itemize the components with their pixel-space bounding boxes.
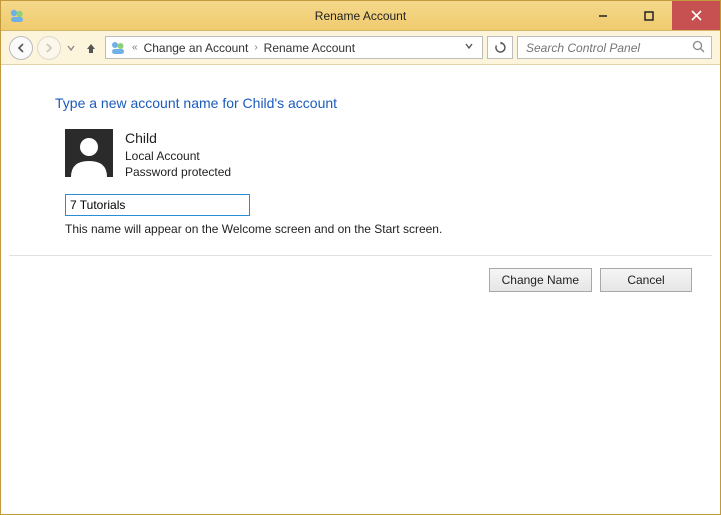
account-info: Child Local Account Password protected: [125, 129, 231, 180]
address-dropdown[interactable]: [460, 42, 478, 53]
search-input[interactable]: [524, 40, 692, 56]
back-button[interactable]: [9, 36, 33, 60]
chevron-right-icon: ›: [254, 42, 257, 53]
page-heading: Type a new account name for Child's acco…: [55, 95, 666, 111]
avatar: [65, 129, 113, 177]
close-button[interactable]: [672, 1, 720, 30]
account-summary: Child Local Account Password protected: [65, 129, 666, 180]
refresh-button[interactable]: [487, 36, 513, 59]
recent-locations-dropdown[interactable]: [65, 41, 77, 55]
minimize-button[interactable]: [580, 1, 626, 30]
change-name-button[interactable]: Change Name: [489, 268, 592, 292]
account-name: Child: [125, 129, 231, 148]
search-box[interactable]: [517, 36, 712, 59]
account-name-input[interactable]: [65, 194, 250, 216]
up-button[interactable]: [81, 38, 101, 58]
cancel-button[interactable]: Cancel: [600, 268, 692, 292]
breadcrumb-item[interactable]: Change an Account: [144, 41, 249, 55]
breadcrumb-item[interactable]: Rename Account: [264, 41, 355, 55]
users-icon: [110, 40, 126, 56]
helper-text: This name will appear on the Welcome scr…: [65, 222, 666, 236]
window-controls: [580, 1, 720, 30]
dialog-buttons: Change Name Cancel: [9, 255, 712, 304]
breadcrumb-overflow[interactable]: «: [132, 42, 138, 53]
app-icon: [9, 8, 25, 24]
titlebar: Rename Account: [1, 1, 720, 31]
navigation-bar: « Change an Account › Rename Account: [1, 31, 720, 65]
address-bar[interactable]: « Change an Account › Rename Account: [105, 36, 483, 59]
account-protection: Password protected: [125, 164, 231, 180]
search-icon: [692, 40, 705, 56]
forward-button[interactable]: [37, 36, 61, 60]
account-type: Local Account: [125, 148, 231, 164]
window-frame: Rename Account: [0, 0, 721, 515]
maximize-button[interactable]: [626, 1, 672, 30]
